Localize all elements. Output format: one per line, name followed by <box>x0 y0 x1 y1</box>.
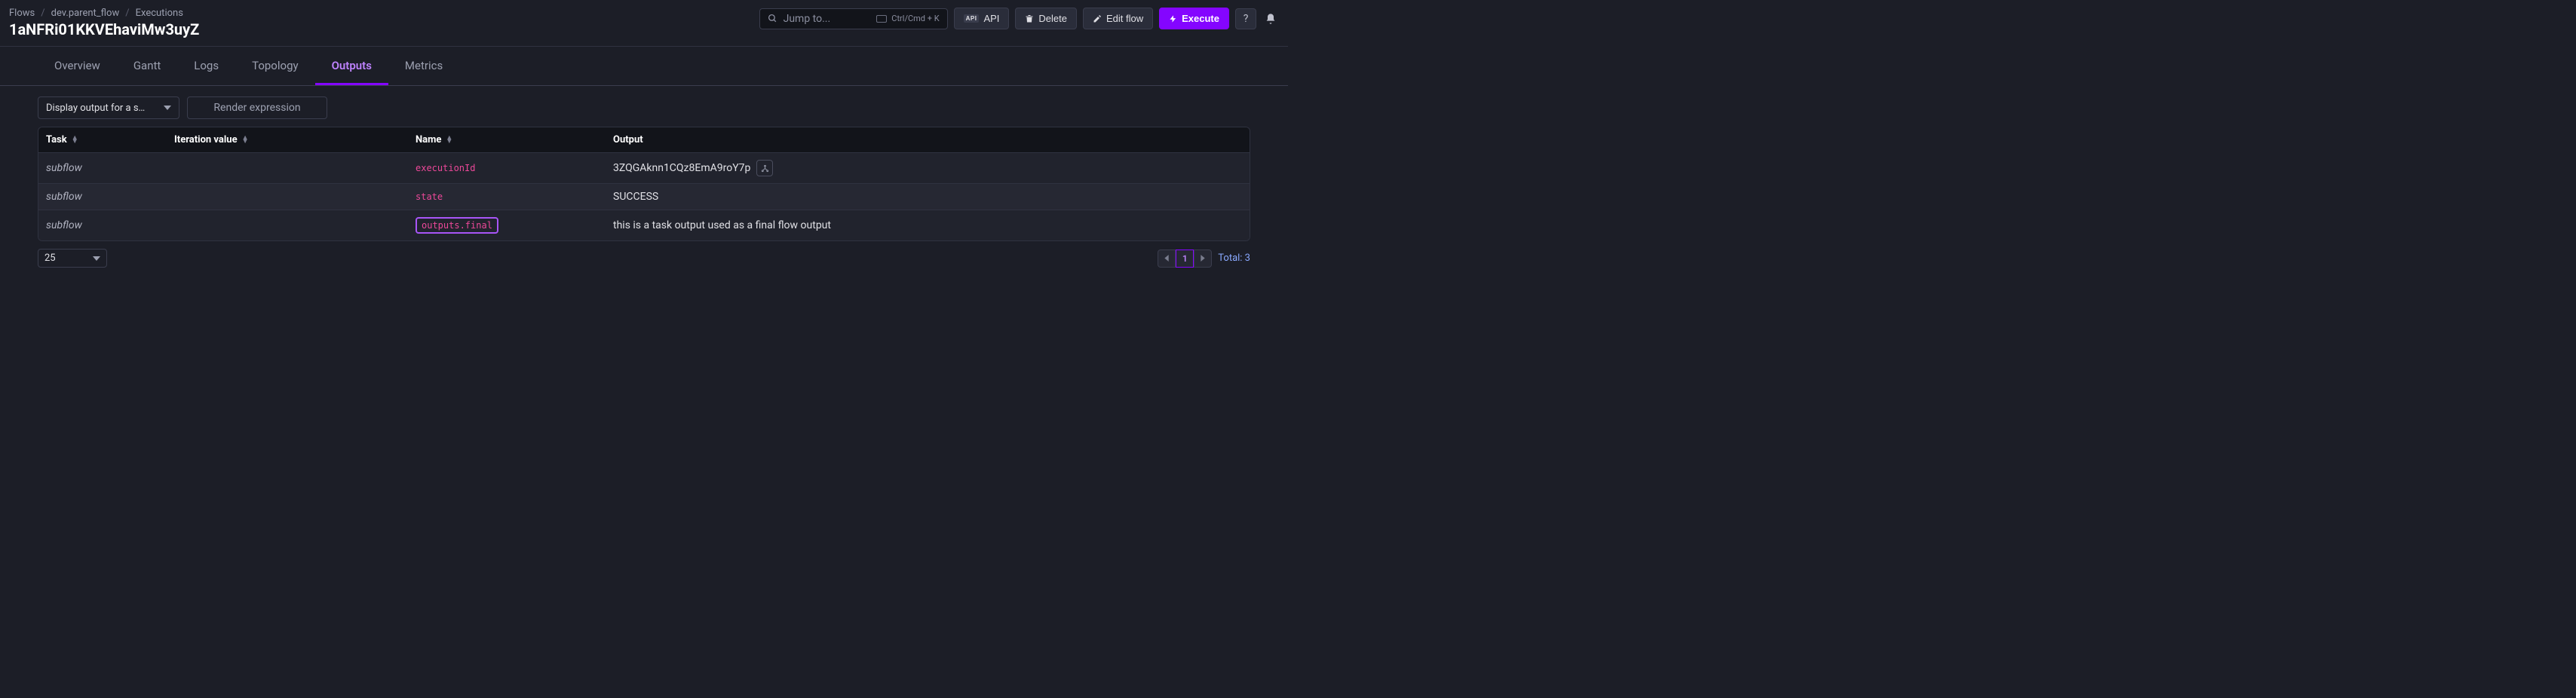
api-badge-icon: API <box>964 14 980 23</box>
output-cell: SUCCESS <box>613 191 1242 203</box>
name-cell: outputs.final <box>416 217 613 234</box>
table-row: subflow stateSUCCESS <box>38 183 1250 210</box>
outputs-table: Task ▲▼ Iteration value ▲▼ Name ▲▼ Outpu… <box>38 127 1250 241</box>
search-icon <box>768 14 777 23</box>
tab-topology[interactable]: Topology <box>235 48 314 85</box>
search-placeholder: Jump to... <box>784 13 831 25</box>
sort-icon: ▲▼ <box>242 136 249 144</box>
tab-metrics[interactable]: Metrics <box>388 48 459 85</box>
page-number[interactable]: 1 <box>1176 250 1194 268</box>
table-header-row: Task ▲▼ Iteration value ▲▼ Name ▲▼ Outpu… <box>38 127 1250 152</box>
execute-button[interactable]: Execute <box>1159 8 1229 29</box>
chevron-down-icon <box>93 256 100 261</box>
trash-icon <box>1025 14 1034 23</box>
chevron-down-icon <box>164 106 171 110</box>
pagination: 1 Total: 3 <box>1158 250 1250 268</box>
breadcrumb-separator: / <box>41 8 44 19</box>
name-cell: executionId <box>416 162 613 174</box>
col-iteration[interactable]: Iteration value ▲▼ <box>174 134 416 145</box>
keyboard-icon <box>876 15 887 23</box>
header-left: Flows / dev.parent_flow / Executions 1aN… <box>9 8 199 38</box>
render-expression-input[interactable]: Render expression <box>187 96 327 119</box>
bell-icon <box>1265 12 1277 26</box>
tab-logs[interactable]: Logs <box>177 48 235 85</box>
col-task[interactable]: Task ▲▼ <box>46 134 174 145</box>
notifications-button[interactable] <box>1262 12 1279 26</box>
table-row: subflow executionId3ZQGAknn1CQz8EmA9roY7p <box>38 152 1250 183</box>
search-input[interactable]: Jump to... Ctrl/Cmd + K <box>759 8 948 29</box>
tree-view-button[interactable] <box>756 160 773 176</box>
breadcrumb-separator: / <box>125 8 129 19</box>
output-cell: 3ZQGAknn1CQz8EmA9roY7p <box>613 160 1242 176</box>
tab-gantt[interactable]: Gantt <box>117 48 177 85</box>
tab-outputs[interactable]: Outputs <box>315 48 388 85</box>
header-right: Jump to... Ctrl/Cmd + K API API Delete E… <box>759 8 1279 29</box>
task-cell: subflow <box>46 162 174 174</box>
question-icon: ? <box>1244 13 1249 25</box>
tree-icon <box>761 164 769 173</box>
table-footer: 25 1 Total: 3 <box>0 241 1288 275</box>
edit-flow-button[interactable]: Edit flow <box>1083 8 1153 29</box>
task-cell: subflow <box>46 191 174 203</box>
page-size-select[interactable]: 25 <box>38 249 107 268</box>
page-title: 1aNFRi01KKVEhaviMw3uyZ <box>9 20 199 38</box>
task-cell: subflow <box>46 219 174 231</box>
pencil-icon <box>1093 14 1102 23</box>
page-header: Flows / dev.parent_flow / Executions 1aN… <box>0 0 1288 47</box>
page-prev-button[interactable] <box>1158 250 1176 268</box>
breadcrumb: Flows / dev.parent_flow / Executions <box>9 8 199 19</box>
sort-icon: ▲▼ <box>446 136 452 144</box>
tabs: Overview Gantt Logs Topology Outputs Met… <box>0 48 1288 86</box>
search-shortcut: Ctrl/Cmd + K <box>876 14 939 23</box>
sort-icon: ▲▼ <box>72 136 78 144</box>
chevron-right-icon <box>1201 255 1205 262</box>
total-count: Total: 3 <box>1218 253 1250 264</box>
page-next-button[interactable] <box>1194 250 1212 268</box>
chevron-left-icon <box>1164 255 1169 262</box>
tab-overview[interactable]: Overview <box>38 48 117 85</box>
breadcrumb-flow-id[interactable]: dev.parent_flow <box>51 8 120 19</box>
delete-button[interactable]: Delete <box>1015 8 1077 29</box>
output-filter-select[interactable]: Display output for a s… <box>38 96 179 119</box>
help-button[interactable]: ? <box>1235 8 1256 29</box>
api-button[interactable]: API API <box>954 8 1010 29</box>
col-name[interactable]: Name ▲▼ <box>416 134 613 145</box>
table-row: subflow outputs.finalthis is a task outpu… <box>38 210 1250 240</box>
lightning-icon <box>1169 14 1177 24</box>
output-cell: this is a task output used as a final fl… <box>613 219 1242 231</box>
name-cell: state <box>416 191 613 203</box>
breadcrumb-executions[interactable]: Executions <box>136 8 183 19</box>
breadcrumb-flows[interactable]: Flows <box>9 8 35 19</box>
col-output: Output <box>613 134 1242 145</box>
filter-row: Display output for a s… Render expressio… <box>0 86 1288 127</box>
